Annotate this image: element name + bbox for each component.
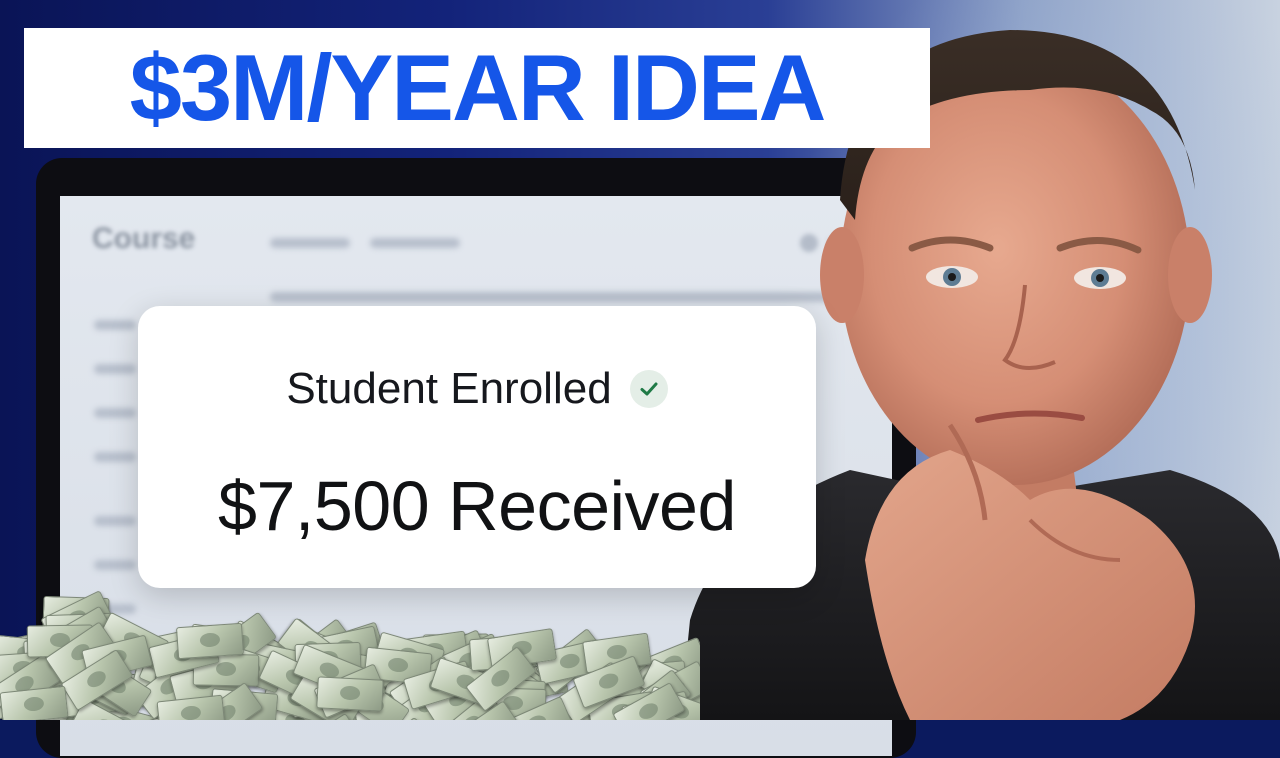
money-bill xyxy=(175,622,245,660)
screen-heading: Course xyxy=(92,222,196,255)
check-mark-icon xyxy=(640,382,658,396)
amount-received: $7,500 Received xyxy=(218,467,736,545)
blurred-sidebar-item xyxy=(94,516,136,526)
blurred-sidebar-item xyxy=(94,320,136,330)
left-ear xyxy=(820,227,864,323)
blurred-sidebar-item xyxy=(94,452,136,462)
card-status-row: Student Enrolled xyxy=(138,364,816,414)
title-banner: $3M/YEAR IDEA xyxy=(24,28,930,148)
money-bill xyxy=(0,685,69,720)
blurred-nav-item xyxy=(270,238,350,248)
blurred-nav-item xyxy=(370,238,460,248)
status-text: Student Enrolled xyxy=(286,364,612,413)
blurred-sidebar-item xyxy=(94,408,136,418)
money-bill xyxy=(316,676,384,712)
enrollment-notification-card: Student Enrolled $7,500 Received xyxy=(138,306,816,588)
banner-title: $3M/YEAR IDEA xyxy=(129,35,827,140)
right-ear xyxy=(1168,227,1212,323)
check-circle-icon xyxy=(629,370,668,408)
blurred-sidebar-item xyxy=(94,364,136,374)
money-pile xyxy=(0,555,700,720)
